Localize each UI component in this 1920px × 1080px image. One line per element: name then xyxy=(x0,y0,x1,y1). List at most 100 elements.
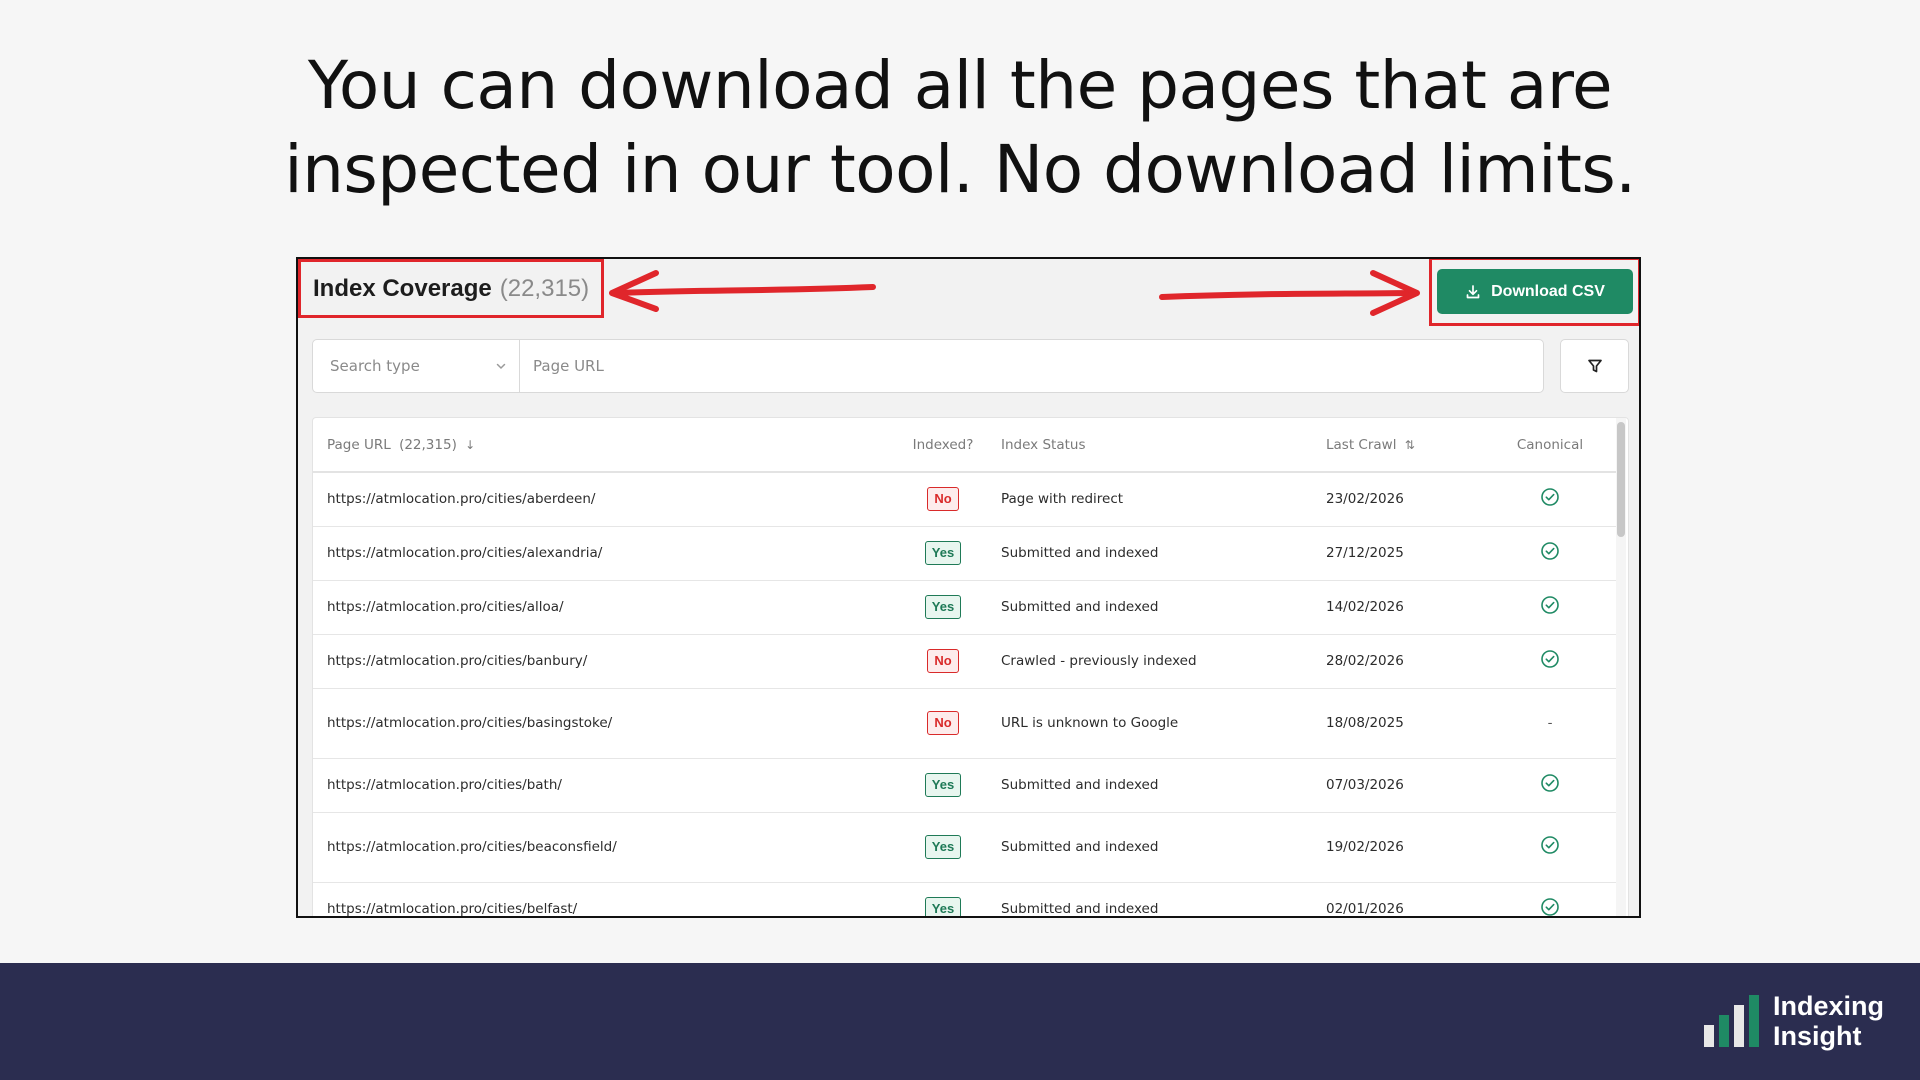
cell-last-crawl: 02/01/2026 xyxy=(1318,882,1481,916)
cell-indexed: No xyxy=(893,472,993,527)
cell-indexed: Yes xyxy=(893,526,993,581)
right-arrow-head xyxy=(1370,270,1420,316)
coverage-table: Page URL (22,315) ↓ Indexed? Index Statu… xyxy=(313,418,1619,916)
brand-name: Indexing Insight xyxy=(1772,991,1884,1051)
column-header-index-status[interactable]: Index Status xyxy=(993,418,1318,473)
cell-canonical xyxy=(1481,812,1619,883)
table-scrollbar-thumb[interactable] xyxy=(1617,422,1625,537)
sort-icon: ⇅ xyxy=(1404,437,1415,452)
table-row[interactable]: https://atmlocation.pro/cities/alloa/Yes… xyxy=(313,580,1619,635)
column-header-page-url[interactable]: Page URL (22,315) ↓ xyxy=(313,418,893,473)
filter-icon xyxy=(1587,359,1602,373)
table-row[interactable]: https://atmlocation.pro/cities/basingsto… xyxy=(313,688,1619,759)
coverage-table-container: Page URL (22,315) ↓ Indexed? Index Statu… xyxy=(312,417,1629,916)
cell-page-url[interactable]: https://atmlocation.pro/cities/aberdeen/ xyxy=(313,472,893,527)
cell-page-url[interactable]: https://atmlocation.pro/cities/bath/ xyxy=(313,758,893,813)
headline-line-2: inspected in our tool. No download limit… xyxy=(284,131,1636,208)
cell-last-crawl: 27/12/2025 xyxy=(1318,526,1481,581)
check-circle-icon xyxy=(1541,488,1559,507)
table-row[interactable]: https://atmlocation.pro/cities/bath/Yes S… xyxy=(313,758,1619,813)
indexed-badge: Yes xyxy=(924,897,962,916)
chevron-down-icon xyxy=(496,363,506,370)
indexed-badge: Yes xyxy=(924,595,962,619)
page-url-search-input[interactable] xyxy=(520,340,1543,392)
canonical-empty: - xyxy=(1547,715,1553,731)
table-row[interactable]: https://atmlocation.pro/cities/aberdeen/… xyxy=(313,472,1619,527)
table-row[interactable]: https://atmlocation.pro/cities/beaconsfi… xyxy=(313,812,1619,883)
cell-page-url[interactable]: https://atmlocation.pro/cities/alloa/ xyxy=(313,580,893,635)
cell-canonical xyxy=(1481,472,1619,527)
cell-index-status: Submitted and indexed xyxy=(993,882,1318,916)
table-row[interactable]: https://atmlocation.pro/cities/alexandri… xyxy=(313,526,1619,581)
index-coverage-panel: Index Coverage (22,315) Download CSV Sea… xyxy=(296,257,1641,918)
cell-canonical xyxy=(1481,882,1619,916)
cell-indexed: No xyxy=(893,688,993,759)
check-circle-icon xyxy=(1541,596,1559,614)
cell-indexed: No xyxy=(893,634,993,689)
indexed-badge: Yes xyxy=(924,835,962,859)
column-header-canonical[interactable]: Canonical xyxy=(1481,418,1619,473)
indexed-badge: Yes xyxy=(924,773,962,797)
cell-index-status: Submitted and indexed xyxy=(993,812,1318,883)
cell-index-status: Submitted and indexed xyxy=(993,758,1318,813)
indexed-badge: No xyxy=(927,711,959,735)
brand-logo: Indexing Insight xyxy=(1703,991,1884,1051)
download-csv-label: Download CSV xyxy=(1491,282,1605,300)
cell-canonical: - xyxy=(1481,688,1619,759)
cell-page-url[interactable]: https://atmlocation.pro/cities/belfast/ xyxy=(313,882,893,916)
cell-page-url[interactable]: https://atmlocation.pro/cities/banbury/ xyxy=(313,634,893,689)
download-csv-button[interactable]: Download CSV xyxy=(1437,269,1633,314)
cell-index-status: Submitted and indexed xyxy=(993,526,1318,581)
column-header-indexed[interactable]: Indexed? xyxy=(893,418,993,473)
cell-index-status: Crawled - previously indexed xyxy=(993,634,1318,689)
download-icon xyxy=(1466,284,1480,298)
check-circle-icon xyxy=(1541,774,1559,792)
column-header-last-crawl[interactable]: Last Crawl ⇅ xyxy=(1318,418,1481,473)
footer-bar: Indexing Insight xyxy=(0,963,1920,1080)
table-row[interactable]: https://atmlocation.pro/cities/belfast/Y… xyxy=(313,882,1619,916)
cell-indexed: Yes xyxy=(893,882,993,916)
search-row: Search type xyxy=(312,339,1629,393)
search-bar: Search type xyxy=(312,339,1544,393)
check-circle-icon xyxy=(1541,542,1559,560)
cell-page-url[interactable]: https://atmlocation.pro/cities/beaconsfi… xyxy=(313,812,893,883)
cell-canonical xyxy=(1481,580,1619,635)
download-highlight-box: Download CSV xyxy=(1429,259,1639,326)
cell-last-crawl: 23/02/2026 xyxy=(1318,472,1481,527)
check-circle-icon xyxy=(1541,650,1559,668)
cell-index-status: URL is unknown to Google xyxy=(993,688,1318,759)
check-circle-icon xyxy=(1541,836,1559,854)
filter-button[interactable] xyxy=(1560,339,1629,393)
page-title: Index Coverage xyxy=(313,274,492,302)
cell-canonical xyxy=(1481,634,1619,689)
cell-page-url[interactable]: https://atmlocation.pro/cities/alexandri… xyxy=(313,526,893,581)
right-arrow xyxy=(1159,290,1416,300)
table-row[interactable]: https://atmlocation.pro/cities/banbury/N… xyxy=(313,634,1619,689)
indexed-badge: No xyxy=(927,649,959,673)
cell-page-url[interactable]: https://atmlocation.pro/cities/basingsto… xyxy=(313,688,893,759)
arrow-down-icon: ↓ xyxy=(465,437,476,452)
table-header-row: Page URL (22,315) ↓ Indexed? Index Statu… xyxy=(313,418,1619,473)
cell-last-crawl: 19/02/2026 xyxy=(1318,812,1481,883)
cell-indexed: Yes xyxy=(893,758,993,813)
check-circle-icon xyxy=(1541,898,1559,916)
indexed-badge: Yes xyxy=(924,541,962,565)
title-highlight-box: Index Coverage (22,315) xyxy=(298,259,604,318)
cell-canonical xyxy=(1481,758,1619,813)
left-arrow xyxy=(613,284,876,296)
cell-index-status: Page with redirect xyxy=(993,472,1318,527)
headline-line-1: You can download all the pages that are xyxy=(307,47,1613,124)
search-type-select[interactable]: Search type xyxy=(313,340,520,392)
page-count: (22,315) xyxy=(499,274,590,302)
left-arrow-head xyxy=(609,270,659,312)
cell-indexed: Yes xyxy=(893,580,993,635)
cell-canonical xyxy=(1481,526,1619,581)
cell-last-crawl: 07/03/2026 xyxy=(1318,758,1481,813)
cell-last-crawl: 18/08/2025 xyxy=(1318,688,1481,759)
headline: You can download all the pages that are … xyxy=(0,44,1920,212)
bar-chart-logo-icon xyxy=(1703,995,1759,1047)
cell-last-crawl: 28/02/2026 xyxy=(1318,634,1481,689)
search-type-placeholder: Search type xyxy=(330,357,420,375)
indexed-badge: No xyxy=(927,487,959,512)
cell-indexed: Yes xyxy=(893,812,993,883)
